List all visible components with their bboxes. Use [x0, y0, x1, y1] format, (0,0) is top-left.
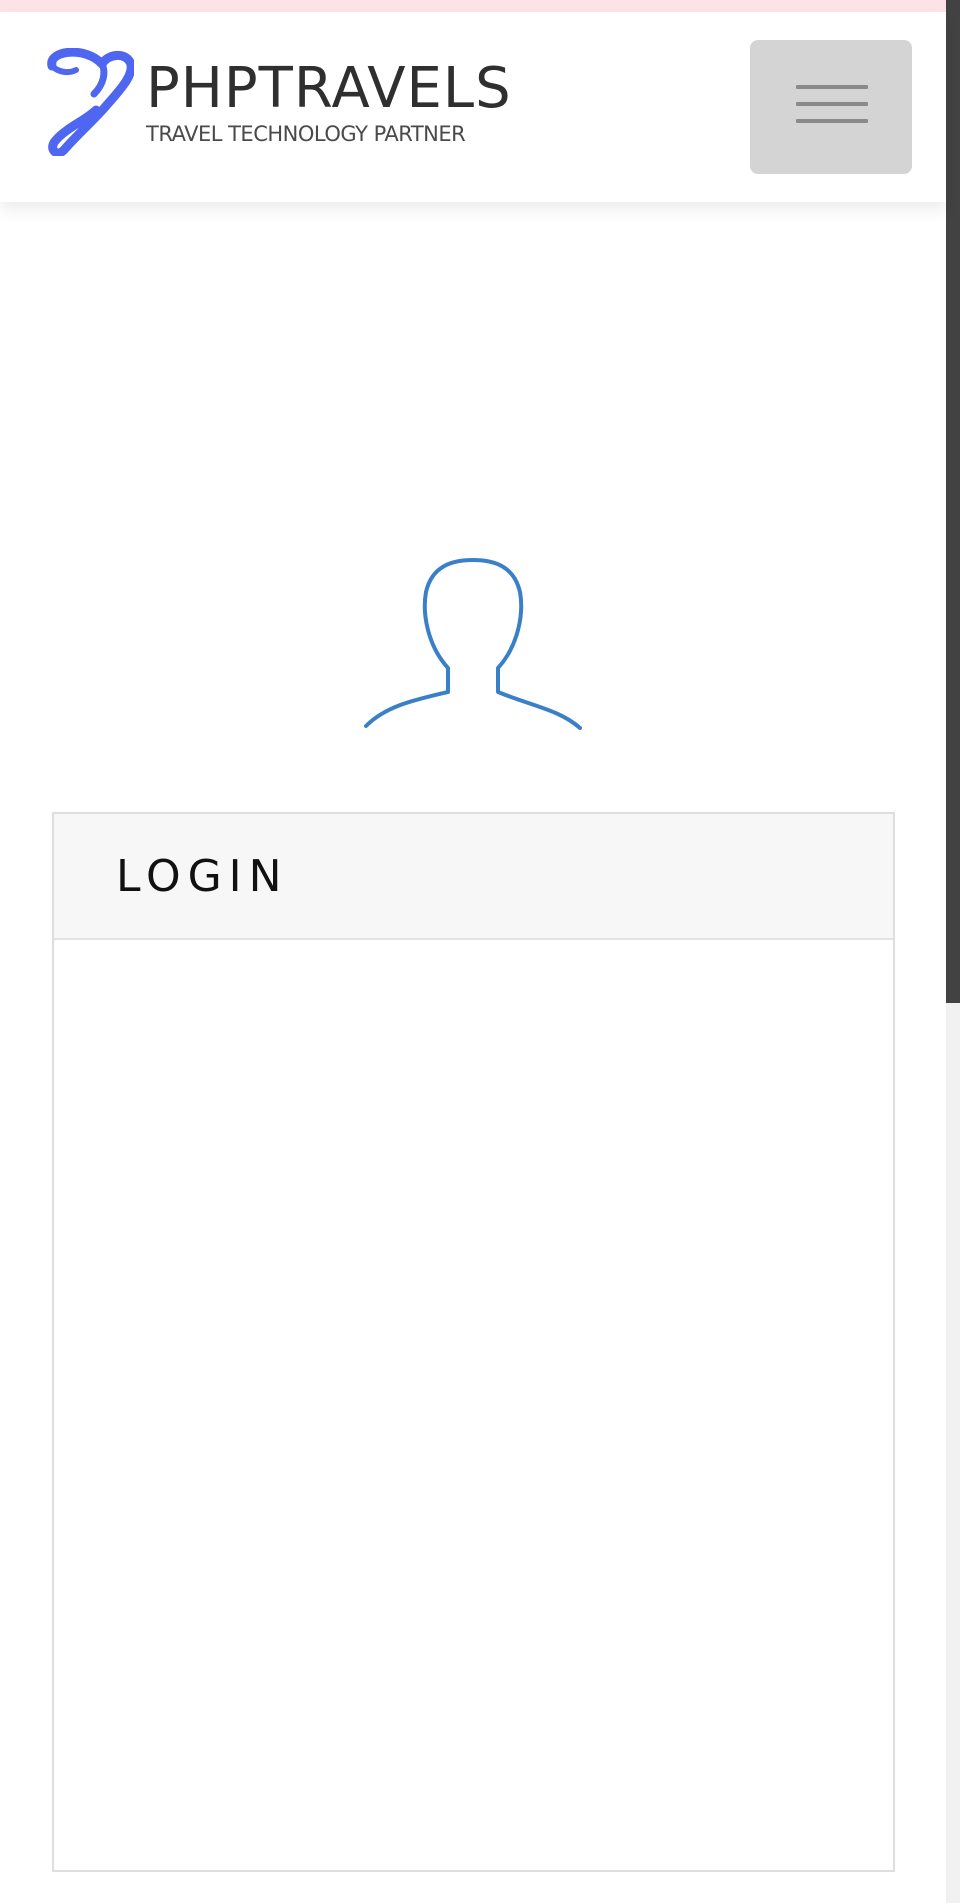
brand-tagline: TRAVEL TECHNOLOGY PARTNER	[146, 122, 466, 146]
user-silhouette-icon	[364, 558, 582, 730]
top-navbar: PHPTRAVELS TRAVEL TECHNOLOGY PARTNER	[0, 12, 946, 202]
login-page: PHPTRAVELS TRAVEL TECHNOLOGY PARTNER LOG…	[0, 0, 960, 1903]
brand-logo-link[interactable]: PHPTRAVELS TRAVEL TECHNOLOGY PARTNER	[46, 48, 512, 156]
brand-text: PHPTRAVELS TRAVEL TECHNOLOGY PARTNER	[146, 56, 512, 147]
login-form-body	[54, 940, 893, 1870]
login-title: LOGIN	[116, 850, 289, 902]
menu-toggle-button[interactable]	[750, 40, 912, 174]
alert-strip	[0, 0, 946, 12]
login-panel-heading: LOGIN	[54, 814, 893, 940]
page-scrollbar[interactable]	[946, 0, 960, 1903]
login-panel: LOGIN	[52, 812, 895, 1872]
phptravels-logo-icon	[47, 48, 134, 156]
scrollbar-thumb[interactable]	[946, 0, 960, 1003]
brand-name: PHPTRAVELS	[146, 56, 512, 121]
